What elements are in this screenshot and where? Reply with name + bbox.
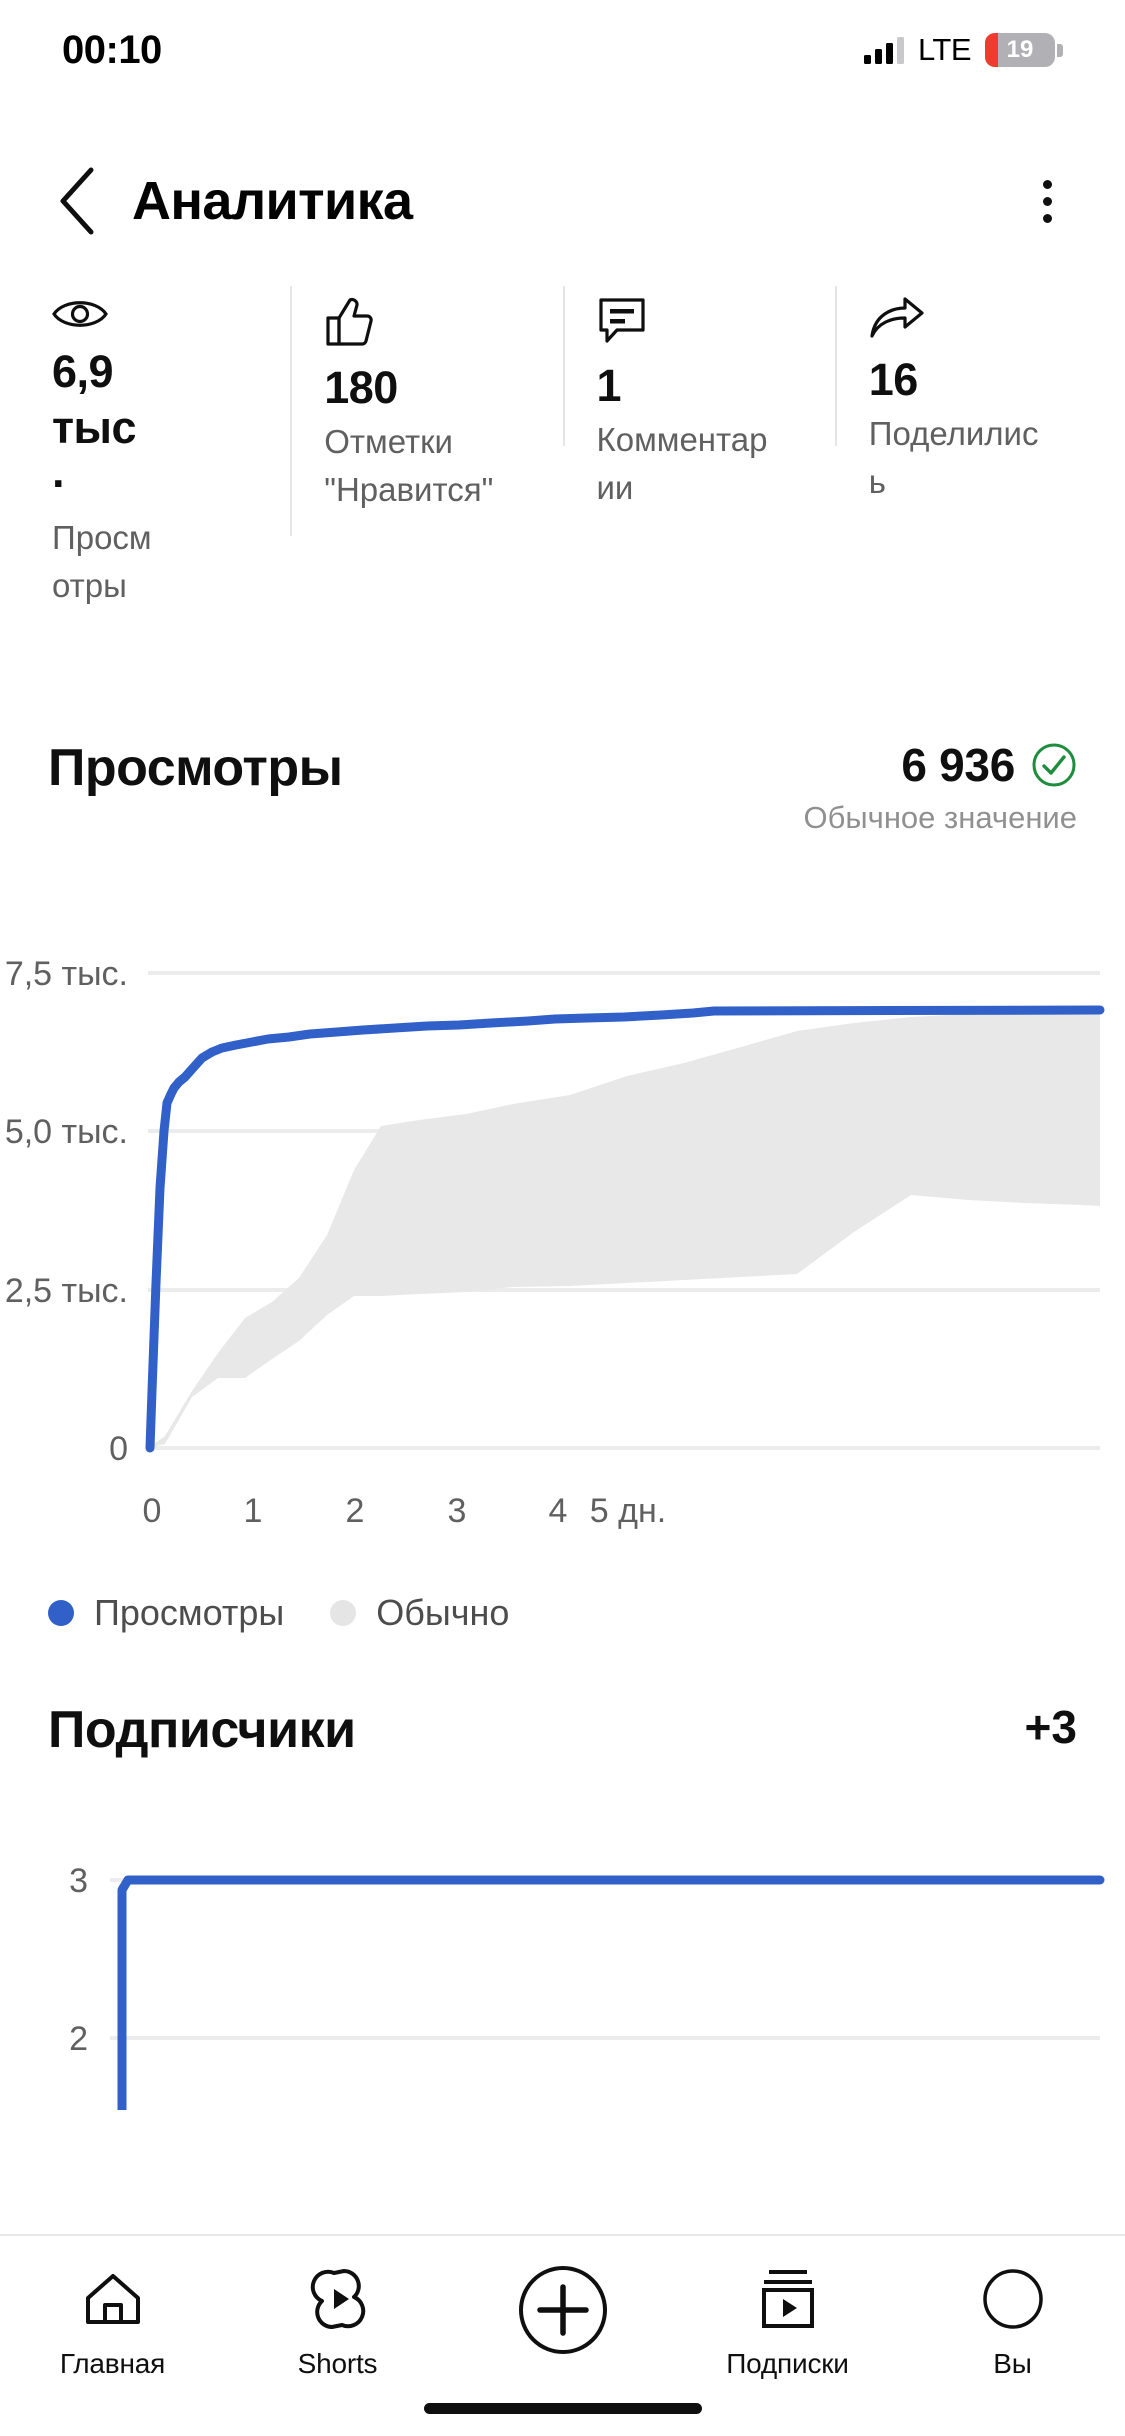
views-chart-legend: Просмотры Обычно [48, 1592, 509, 1634]
thumbs-up-icon [324, 296, 528, 348]
home-indicator [423, 2403, 702, 2414]
shorts-icon [310, 2264, 366, 2334]
stat-comments: 1 Комментарии [562, 286, 835, 506]
stat-label: Поделились [868, 415, 1039, 500]
cellular-signal-icon [863, 36, 904, 64]
status-time: 00:10 [62, 27, 162, 72]
y-tick-label: 2,5 тыс. [5, 1272, 128, 1310]
views-typical-band [148, 1006, 1100, 1448]
create-plus-icon [517, 2264, 609, 2356]
y-tick-label: 5,0 тыс. [5, 1113, 128, 1151]
subscribers-chart[interactable]: 3 2 [0, 1830, 1125, 2110]
views-chart-svg: 7,5 тыс. 5,0 тыс. 2,5 тыс. 0 0 1 2 3 4 5… [5, 955, 1105, 1530]
stat-label: Отметки "Нравится" [324, 423, 494, 508]
nav-item-home[interactable]: Главная [0, 2264, 225, 2380]
x-tick-label: 5 дн. [590, 1492, 666, 1530]
page-title: Аналитика [132, 171, 413, 231]
battery-nub [1057, 43, 1063, 57]
stat-value: 16 [868, 354, 919, 405]
subscribers-y-axis-labels: 3 2 [69, 1862, 88, 2058]
nav-label: Вы [993, 2348, 1032, 2379]
x-tick-label: 1 [244, 1492, 263, 1530]
subscribers-chart-svg: 3 2 [69, 1862, 1105, 2110]
battery-low-icon: 19 [985, 33, 1055, 67]
chevron-left-icon [60, 167, 94, 235]
subscribers-delta: +3 [1024, 1701, 1077, 1753]
nav-item-shorts[interactable]: Shorts [225, 2264, 450, 2380]
status-bar: 00:10 LTE 19 [0, 0, 1125, 100]
views-section-header: Просмотры 6 936 Обычное значение [0, 738, 1125, 836]
stat-likes: 180 Отметки "Нравится" [290, 286, 562, 536]
nav-item-you[interactable]: Вы [900, 2264, 1125, 2380]
views-chart[interactable]: 7,5 тыс. 5,0 тыс. 2,5 тыс. 0 0 1 2 3 4 5… [0, 930, 1125, 1530]
stat-value: 180 [324, 362, 398, 413]
subscribers-section-header: Подписчики +3 [0, 1700, 1125, 1760]
battery-percent-label: 19 [1006, 36, 1034, 63]
x-tick-label: 4 [549, 1492, 568, 1530]
account-avatar-icon [982, 2264, 1044, 2334]
y-tick-label: 0 [109, 1430, 128, 1468]
nav-label: Подписки [726, 2348, 849, 2379]
views-x-axis-labels: 0 1 2 3 4 5 дн. [143, 1492, 667, 1530]
views-y-axis-labels: 7,5 тыс. 5,0 тыс. 2,5 тыс. 0 [5, 955, 128, 1468]
stat-label: Просмотры [52, 519, 152, 604]
views-status-text: Обычное значение [803, 800, 1077, 835]
legend-dot-blue [48, 1600, 74, 1626]
y-tick-label: 3 [69, 1862, 88, 1900]
legend-dot-gray [330, 1600, 357, 1626]
x-tick-label: 3 [448, 1492, 467, 1530]
nav-item-create[interactable] [450, 2264, 675, 2370]
kebab-dot [1042, 213, 1052, 223]
subscriptions-icon [759, 2264, 817, 2334]
nav-item-subscriptions[interactable]: Подписки [675, 2264, 900, 2380]
back-button[interactable] [40, 163, 116, 239]
check-circle-icon [1032, 743, 1076, 787]
stat-value: 1 [596, 360, 622, 411]
eye-icon [52, 296, 256, 332]
legend-item-views[interactable]: Просмотры [48, 1592, 284, 1634]
stat-shares: 16 Поделились [834, 286, 1107, 500]
stats-row: 6,9 тыс · Просмотры 180 Отметки "Нравитс… [0, 286, 1125, 604]
subscribers-title: Подписчики [48, 1701, 356, 1759]
nav-label: Shorts [297, 2348, 378, 2379]
views-total-value: 6 936 [901, 739, 1015, 791]
overflow-menu-button[interactable] [1009, 163, 1085, 239]
x-tick-label: 0 [143, 1492, 162, 1530]
share-icon [869, 296, 1073, 340]
subscribers-chart-gridlines [110, 1878, 1100, 2040]
kebab-menu-icon [1042, 179, 1052, 189]
views-title: Просмотры [48, 739, 343, 797]
y-tick-label: 7,5 тыс. [5, 955, 128, 993]
stat-label: Комментарии [596, 421, 768, 506]
x-tick-label: 2 [346, 1492, 365, 1530]
stat-value: 6,9 тыс · [52, 346, 137, 509]
nav-label: Главная [59, 2348, 166, 2379]
subscribers-line-series [117, 1875, 1105, 2110]
legend-label: Обычно [376, 1592, 510, 1633]
status-indicators: LTE 19 [863, 32, 1063, 68]
y-tick-label: 2 [69, 2020, 88, 2058]
legend-label: Просмотры [94, 1592, 285, 1633]
comment-icon [597, 296, 801, 346]
kebab-dot [1042, 196, 1052, 206]
stat-views: 6,9 тыс · Просмотры [18, 296, 290, 604]
home-icon [83, 2264, 143, 2334]
app-header: Аналитика [0, 146, 1125, 256]
legend-item-typical[interactable]: Обычно [330, 1592, 509, 1634]
network-type-label: LTE [917, 32, 972, 67]
